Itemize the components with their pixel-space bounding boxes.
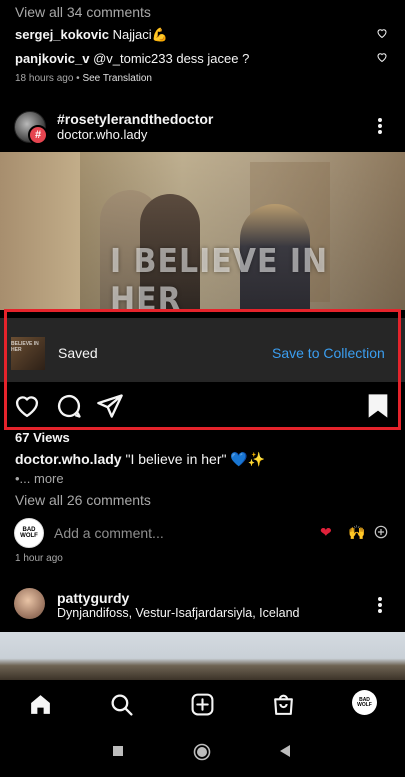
post-location[interactable]: Dynjandifoss, Vestur-Isafjardarsiyla, Ic… — [57, 606, 299, 620]
timestamp: 18 hours ago — [15, 73, 74, 84]
avatar[interactable] — [14, 588, 45, 619]
add-emoji-icon[interactable] — [374, 525, 388, 539]
create-icon[interactable] — [190, 692, 215, 717]
add-comment-input[interactable]: Add a comment... — [54, 525, 164, 541]
more-options-icon[interactable] — [375, 117, 385, 135]
post-author[interactable]: doctor.who.lady — [57, 127, 147, 142]
post-image[interactable] — [0, 632, 405, 680]
image-background — [0, 152, 80, 310]
post-caption: doctor.who.lady "I believe in her" 💙✨ — [15, 451, 265, 468]
view-all-comments-link[interactable]: View all 34 comments — [15, 4, 151, 20]
search-icon[interactable] — [109, 692, 134, 717]
quick-emoji-heart[interactable]: ❤ — [320, 524, 332, 541]
avatar-text: BAD WOLF — [357, 696, 372, 708]
hashtag-avatar[interactable]: # — [14, 111, 48, 145]
image-overlay-text: I BELIEVE IN HER — [110, 242, 329, 311]
bottom-navigation — [0, 680, 405, 732]
see-translation-link[interactable]: See Translation — [82, 73, 152, 84]
home-circle-icon[interactable] — [193, 743, 211, 761]
avatar-text: BAD WOLF — [20, 527, 38, 539]
caption-text: "I believe in her" 💙✨ — [125, 451, 266, 467]
recents-icon[interactable] — [113, 746, 123, 756]
comment-text: @v_tomic233 dess jacee ? — [93, 51, 250, 66]
back-icon[interactable] — [278, 744, 292, 758]
comment-row: panjkovic_v @v_tomic233 dess jacee ? — [15, 51, 249, 66]
post-timestamp: 1 hour ago — [15, 553, 63, 564]
comment-meta: 18 hours ago • See Translation — [15, 73, 152, 84]
quick-emoji-hands[interactable]: 🙌 — [348, 524, 365, 541]
views-count[interactable]: 67 Views — [15, 430, 70, 445]
more-options-icon[interactable] — [375, 596, 385, 614]
profile-avatar[interactable]: BAD WOLF — [352, 690, 377, 715]
like-comment-icon[interactable] — [376, 51, 388, 63]
home-icon[interactable] — [28, 692, 53, 717]
more-link[interactable]: •... more — [15, 471, 64, 486]
hashtag-badge-icon: # — [28, 125, 48, 145]
caption-username[interactable]: doctor.who.lady — [15, 451, 122, 467]
system-navigation-bar — [0, 732, 405, 777]
comment-username[interactable]: panjkovic_v — [15, 51, 89, 66]
view-all-comments-link[interactable]: View all 26 comments — [15, 492, 151, 508]
my-avatar: BAD WOLF — [14, 518, 44, 548]
post-author[interactable]: pattygurdy — [57, 590, 129, 606]
post-hashtag-title[interactable]: #rosetylerandthedoctor — [57, 111, 213, 127]
shop-icon[interactable] — [271, 692, 296, 717]
comment-row: sergej_kokovic Najjaci💪 — [15, 27, 168, 43]
like-comment-icon[interactable] — [376, 27, 388, 39]
comment-username[interactable]: sergej_kokovic — [15, 27, 109, 42]
comment-text: Najjaci💪 — [112, 27, 168, 42]
highlight-annotation-box — [4, 309, 401, 430]
post-image[interactable]: I BELIEVE IN HER — [0, 152, 405, 310]
